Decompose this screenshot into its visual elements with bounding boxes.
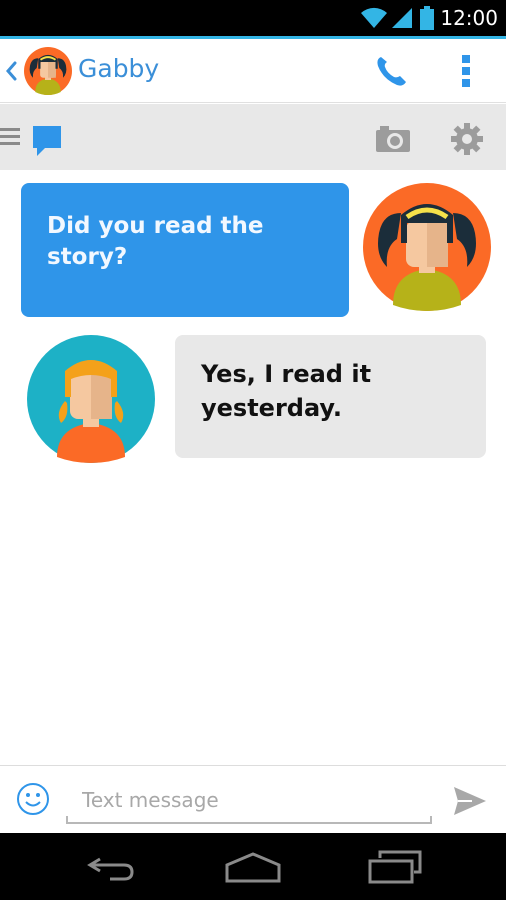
- back-icon[interactable]: [86, 853, 138, 881]
- sender-avatar-other: [27, 335, 155, 463]
- settings-gear-icon[interactable]: [450, 122, 484, 156]
- emoji-icon[interactable]: [16, 782, 50, 816]
- system-navigation-bar: [0, 833, 506, 900]
- back-chevron-icon[interactable]: [4, 57, 20, 85]
- conversation-toolbar: [0, 104, 506, 170]
- overflow-menu-icon[interactable]: [452, 51, 480, 91]
- phone-icon[interactable]: [372, 51, 412, 91]
- message-bubble-sent[interactable]: Did you read the story?: [21, 183, 349, 317]
- input-edge-left: [66, 816, 68, 824]
- status-time: 12:00: [440, 6, 498, 30]
- signal-icon: [392, 8, 413, 28]
- conversation-header: Gabby: [0, 39, 506, 103]
- recents-icon[interactable]: [368, 850, 422, 884]
- message-text: Did you read the story?: [47, 213, 264, 270]
- home-icon[interactable]: [224, 851, 282, 883]
- input-edge-right: [430, 816, 432, 824]
- send-icon[interactable]: [452, 784, 488, 818]
- compose-message-icon[interactable]: [31, 124, 63, 158]
- status-bar: 12:00: [0, 0, 506, 36]
- compose-bar: [0, 765, 506, 833]
- status-icons: 12:00: [360, 5, 498, 31]
- wifi-icon: [361, 7, 388, 28]
- sender-avatar-gabby: [363, 183, 491, 311]
- battery-icon: [420, 6, 435, 30]
- menu-icon[interactable]: [0, 126, 24, 148]
- contact-avatar[interactable]: [24, 47, 72, 95]
- message-bubble-received[interactable]: Yes, I read it yesterday.: [175, 335, 486, 458]
- contact-name[interactable]: Gabby: [78, 54, 159, 83]
- camera-icon[interactable]: [374, 124, 412, 154]
- message-text: Yes, I read it yesterday.: [201, 360, 372, 422]
- message-input[interactable]: [66, 778, 432, 824]
